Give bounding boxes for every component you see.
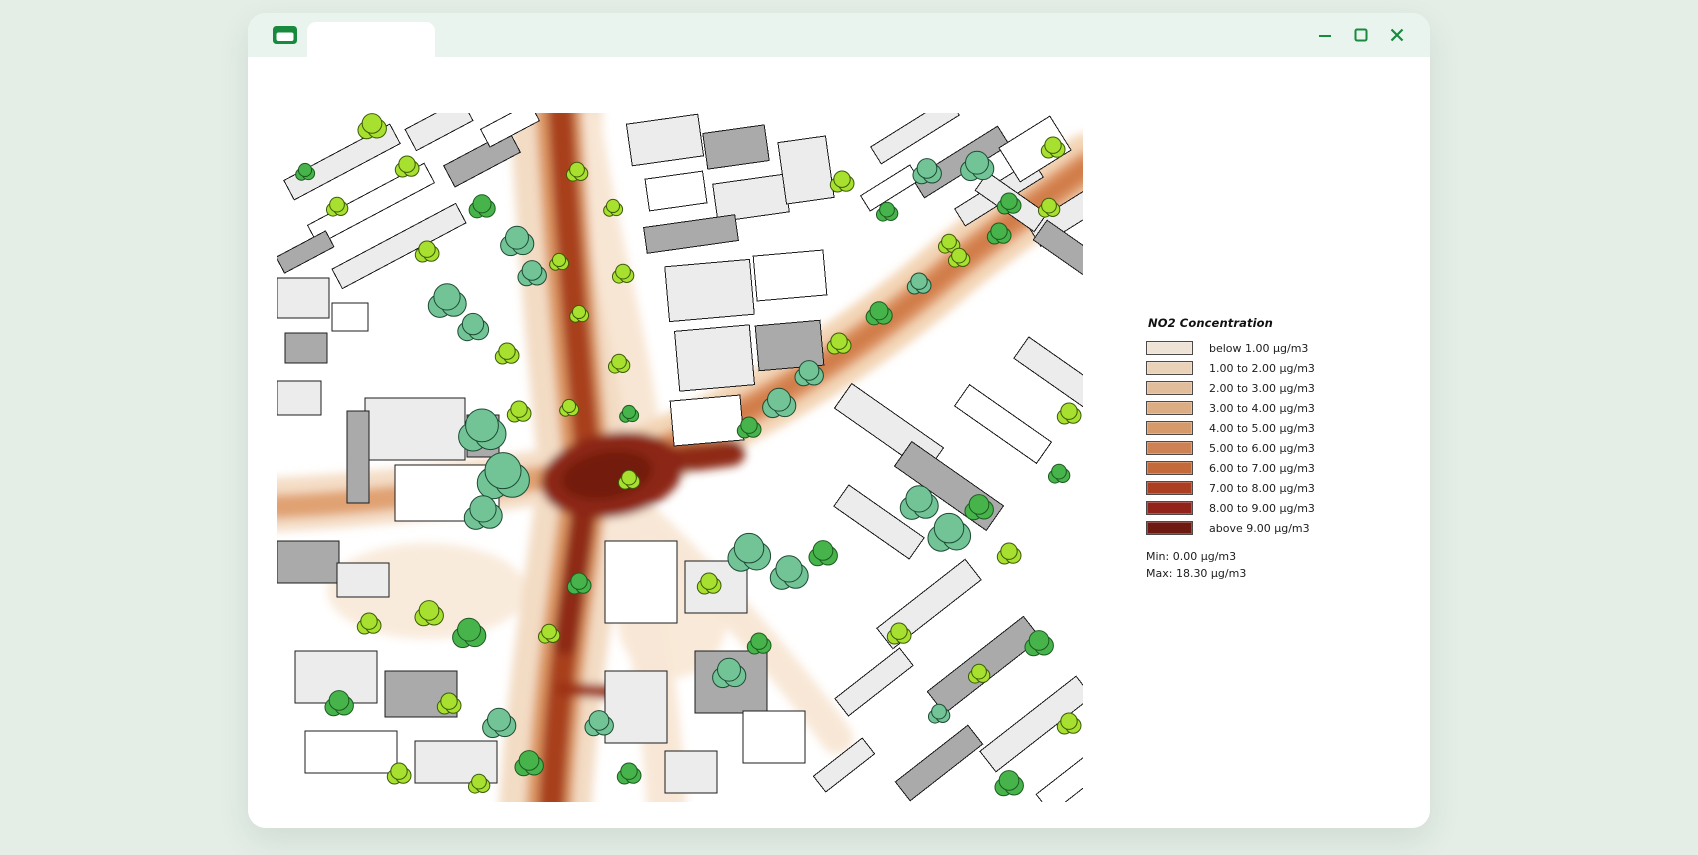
legend-color-swatch xyxy=(1146,421,1193,435)
legend-entry: 2.00 to 3.00 µg/m3 xyxy=(1146,381,1408,395)
window-controls xyxy=(1314,13,1408,57)
legend-entry-label: above 9.00 µg/m3 xyxy=(1209,521,1310,535)
legend-entry-label: 3.00 to 4.00 µg/m3 xyxy=(1209,401,1315,415)
legend-entry: 8.00 to 9.00 µg/m3 xyxy=(1146,501,1408,515)
legend-entry-label: 6.00 to 7.00 µg/m3 xyxy=(1209,461,1315,475)
close-button[interactable] xyxy=(1386,24,1408,46)
legend-entry: 4.00 to 5.00 µg/m3 xyxy=(1146,421,1408,435)
legend-color-swatch xyxy=(1146,481,1193,495)
close-icon xyxy=(1390,28,1404,42)
legend-color-swatch xyxy=(1146,501,1193,515)
titlebar[interactable] xyxy=(248,13,1430,57)
legend-entries: below 1.00 µg/m3 1.00 to 2.00 µg/m3 2.00… xyxy=(1146,341,1408,535)
legend-color-swatch xyxy=(1146,381,1193,395)
maximize-icon xyxy=(1354,28,1368,42)
active-tab[interactable] xyxy=(307,22,435,57)
legend-minmax: Min: 0.00 µg/m3 Max: 18.30 µg/m3 xyxy=(1146,548,1408,582)
legend-entry-label: 4.00 to 5.00 µg/m3 xyxy=(1209,421,1315,435)
legend-entry: 3.00 to 4.00 µg/m3 xyxy=(1146,401,1408,415)
no2-dispersion-map xyxy=(277,113,1083,802)
legend-min: Min: 0.00 µg/m3 xyxy=(1146,550,1237,563)
app-window-icon xyxy=(272,25,298,45)
legend-entry: below 1.00 µg/m3 xyxy=(1146,341,1408,355)
legend-entry-label: 1.00 to 2.00 µg/m3 xyxy=(1209,361,1315,375)
legend-color-swatch xyxy=(1146,441,1193,455)
minimize-button[interactable] xyxy=(1314,24,1336,46)
map-view[interactable] xyxy=(277,113,1083,802)
legend-entry-label: 7.00 to 8.00 µg/m3 xyxy=(1209,481,1315,495)
legend-entry-label: 5.00 to 6.00 µg/m3 xyxy=(1209,441,1315,455)
app-window: NO2 Concentration below 1.00 µg/m3 1.00 … xyxy=(248,13,1430,828)
legend-color-swatch xyxy=(1146,521,1193,535)
legend-color-swatch xyxy=(1146,401,1193,415)
legend-entry: 6.00 to 7.00 µg/m3 xyxy=(1146,461,1408,475)
legend-panel: NO2 Concentration below 1.00 µg/m3 1.00 … xyxy=(1146,316,1408,582)
legend-entry-label: 2.00 to 3.00 µg/m3 xyxy=(1209,381,1315,395)
legend-entry: 7.00 to 8.00 µg/m3 xyxy=(1146,481,1408,495)
legend-entry: above 9.00 µg/m3 xyxy=(1146,521,1408,535)
maximize-button[interactable] xyxy=(1350,24,1372,46)
legend-title: NO2 Concentration xyxy=(1148,316,1273,330)
legend-entry-label: below 1.00 µg/m3 xyxy=(1209,341,1309,355)
legend-color-swatch xyxy=(1146,341,1193,355)
legend-entry: 1.00 to 2.00 µg/m3 xyxy=(1146,361,1408,375)
legend-max: Max: 18.30 µg/m3 xyxy=(1146,567,1247,580)
legend-entry-label: 8.00 to 9.00 µg/m3 xyxy=(1209,501,1315,515)
window-content: NO2 Concentration below 1.00 µg/m3 1.00 … xyxy=(248,57,1430,828)
legend-color-swatch xyxy=(1146,461,1193,475)
legend-color-swatch xyxy=(1146,361,1193,375)
legend-entry: 5.00 to 6.00 µg/m3 xyxy=(1146,441,1408,455)
minimize-icon xyxy=(1319,35,1331,37)
